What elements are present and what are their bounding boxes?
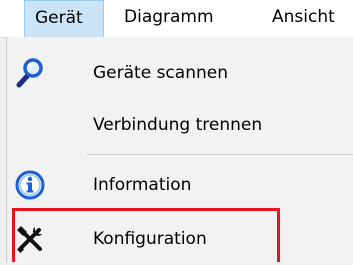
highlight-annotation-box	[12, 208, 280, 262]
menu-item-information[interactable]: Information	[7, 159, 353, 211]
menu-ansicht[interactable]: Ansicht	[262, 0, 345, 37]
menu-geraet[interactable]: Gerät	[24, 0, 104, 37]
menu-diagramm[interactable]: Diagramm	[114, 0, 224, 37]
menu-bar: Gerät Diagramm Ansicht	[0, 0, 353, 38]
menu-item-verbindung-trennen-label: Verbindung trennen	[93, 115, 263, 135]
menu-item-geraete-scannen-label: Geräte scannen	[93, 63, 228, 83]
menu-item-information-label: Information	[93, 175, 192, 195]
menu-separator	[87, 154, 353, 155]
menu-item-geraete-scannen[interactable]: Geräte scannen	[7, 47, 353, 99]
magnifier-icon	[15, 58, 45, 88]
menu-geraet-label: Gerät	[35, 8, 83, 28]
menu-diagramm-label: Diagramm	[124, 7, 214, 27]
info-icon	[15, 170, 45, 200]
menu-ansicht-label: Ansicht	[272, 7, 335, 27]
menu-item-verbindung-trennen[interactable]: Verbindung trennen	[7, 99, 353, 151]
